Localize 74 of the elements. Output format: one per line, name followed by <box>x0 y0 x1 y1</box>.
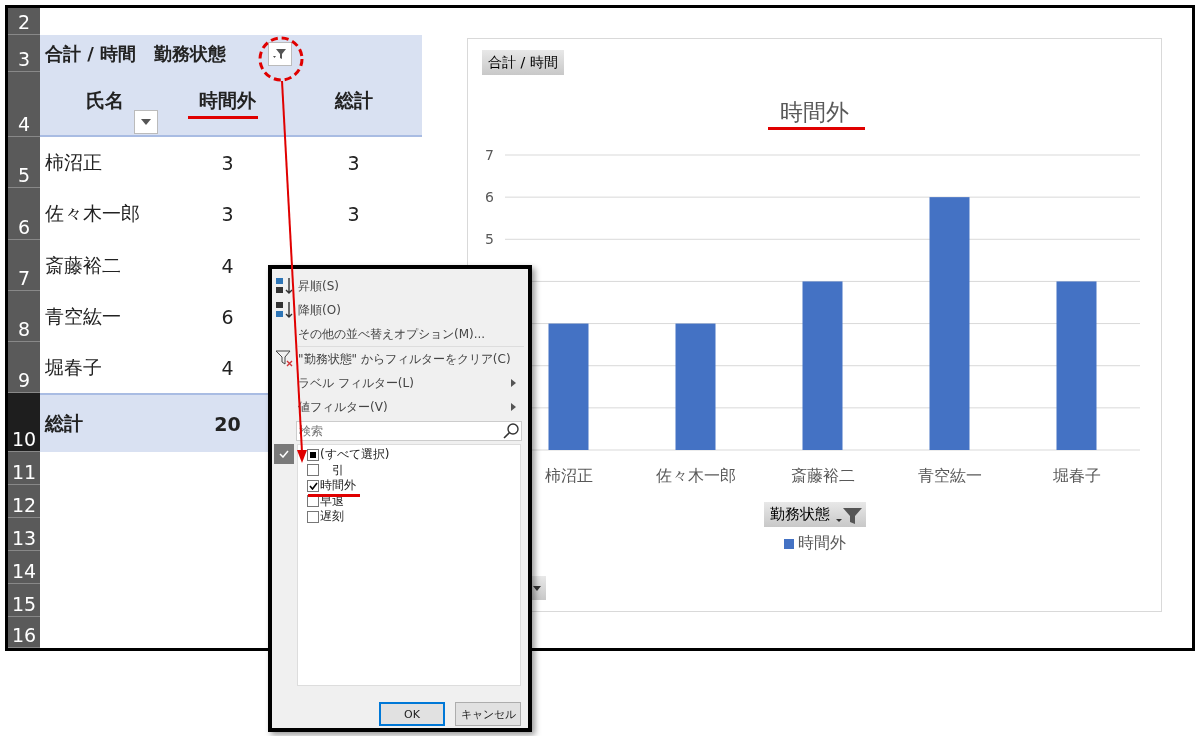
column-header: 時間外 <box>199 88 256 113</box>
submenu-arrow-icon <box>511 379 516 387</box>
row-header[interactable]: 8 <box>8 291 40 342</box>
check-icon <box>279 450 289 458</box>
menu-item[interactable]: ラベル フィルター(L) <box>272 371 528 395</box>
table-cell-text: 斎藤裕二 <box>45 252 121 278</box>
dropdown-button[interactable] <box>134 110 158 134</box>
row-header[interactable]: 15 <box>8 584 40 617</box>
row-header[interactable]: 12 <box>8 485 40 518</box>
menu-item[interactable]: 降順(O) <box>272 298 528 322</box>
table-cell: 3 <box>347 203 360 225</box>
table-cell: 4 <box>221 254 234 277</box>
chart-title: 時間外 <box>780 98 849 127</box>
row-header[interactable]: 5 <box>8 137 40 188</box>
table-cell: 20 <box>214 412 241 435</box>
axis-label: 6 <box>485 189 494 206</box>
table-cell: 3 <box>221 203 234 225</box>
option-label[interactable]: (すべて選択) <box>320 446 390 464</box>
category-label: 斎藤裕二 <box>790 466 855 485</box>
table-cell-text: 青空紘一 <box>45 303 121 329</box>
category-label: 堀春子 <box>1052 466 1101 485</box>
checkbox[interactable] <box>307 464 319 477</box>
category-label: 青空紘一 <box>917 466 982 485</box>
table-cell: 4 <box>221 356 234 379</box>
table-cell-text: 柿沼正 <box>45 149 102 175</box>
value-field-label: 合計 / 時間 <box>45 41 137 66</box>
highlight-circle <box>258 36 304 82</box>
column-header: 氏名 <box>86 88 124 113</box>
table-cell-text: 佐々木一郎 <box>45 201 140 226</box>
caret-icon <box>533 585 541 591</box>
underline-mark <box>308 494 360 497</box>
field-button[interactable]: 合計 / 時間 <box>482 50 564 75</box>
row-header[interactable]: 6 <box>8 188 40 240</box>
underline-mark <box>188 116 258 119</box>
search-icon <box>502 422 520 440</box>
row-header[interactable]: 7 <box>8 240 40 291</box>
check-tile[interactable] <box>274 444 294 464</box>
dialog-button[interactable]: OK <box>379 702 445 726</box>
table-cell-text: 総計 <box>45 410 83 436</box>
filter-button[interactable] <box>268 41 293 66</box>
row-header[interactable]: 16 <box>8 617 40 648</box>
checkbox[interactable] <box>307 448 319 461</box>
menu-item[interactable]: その他の並べ替えオプション(M)... <box>272 322 528 346</box>
menu-item[interactable]: 昇順(S) <box>272 274 528 298</box>
row-header[interactable]: 11 <box>8 452 40 485</box>
table-cell: 3 <box>347 151 360 174</box>
table-cell: 3 <box>221 151 234 174</box>
caret-icon <box>141 119 151 125</box>
row-header[interactable]: 10 <box>8 393 40 452</box>
table-cell: 6 <box>221 305 234 328</box>
dialog-button[interactable]: キャンセル <box>455 702 521 726</box>
legend-label: 時間外 <box>797 533 846 554</box>
menu-item[interactable]: "勤務状態" からフィルターをクリア(C) <box>272 347 528 371</box>
filter-icon <box>273 47 288 60</box>
option-label[interactable]: 遅刻 <box>320 508 344 526</box>
row-header[interactable]: 13 <box>8 518 40 551</box>
axis-label: 7 <box>485 147 494 163</box>
submenu-arrow-icon <box>511 403 516 411</box>
category-label: 佐々木一郎 <box>655 466 736 485</box>
table-cell-text: 堀春子 <box>45 354 102 380</box>
legend-field-button[interactable]: 勤務状態 <box>763 502 866 527</box>
clear-filter-icon <box>275 350 295 368</box>
checkbox[interactable] <box>307 479 319 492</box>
option-label[interactable]: 引 <box>320 461 344 479</box>
category-label: 柿沼正 <box>544 466 593 485</box>
column-header: 総計 <box>334 88 373 113</box>
row-header[interactable]: 14 <box>8 551 40 584</box>
checkbox[interactable] <box>307 510 319 523</box>
axis-label: 5 <box>485 231 494 248</box>
option-label[interactable]: 時間外 <box>320 477 356 495</box>
row-header[interactable]: 2 <box>8 8 40 35</box>
column-field-label: 勤務状態 <box>154 41 227 66</box>
sort-descending-icon <box>275 301 295 319</box>
sort-ascending-icon <box>275 277 295 295</box>
